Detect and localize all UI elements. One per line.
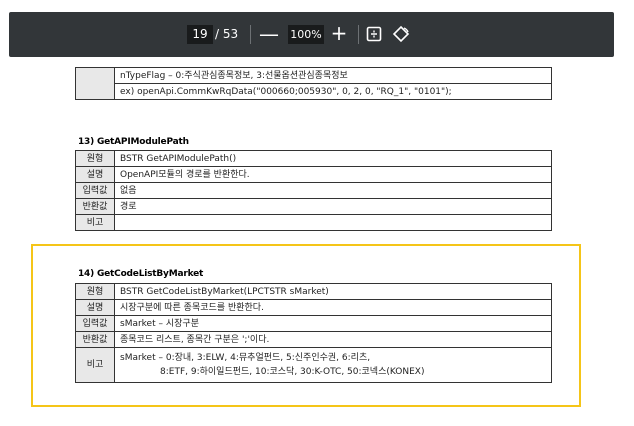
row-value: BSTR GetCodeListByMarket(LPCTSTR sMarket…: [114, 283, 552, 300]
row-value: OpenAPI모듈의 경로를 반환한다.: [114, 166, 552, 183]
note-line-2: 8:ETF, 9:하이일드펀드, 10:코스닥, 30:K-OTC, 50:코넥…: [160, 367, 425, 377]
row-key: 반환값: [75, 198, 115, 215]
table-row: 반환값 경로: [75, 198, 552, 215]
table-row: 입력값 sMarket – 시장구분: [75, 315, 552, 332]
table-row: 설명 시장구분에 따른 종목코드를 반환한다.: [75, 299, 552, 316]
row-key: 입력값: [75, 315, 115, 332]
section-title-13: 13) GetAPIModulePath: [78, 137, 189, 147]
rotate-icon[interactable]: [391, 24, 411, 44]
note-line-1: sMarket – 0:장내, 3:ELW, 4:뮤추얼펀드, 5:신주인수권,…: [120, 353, 371, 363]
pdf-toolbar: 19 / 53 — 100% +: [9, 12, 614, 57]
row-value: [114, 214, 552, 231]
zoom-level-input[interactable]: 100%: [288, 25, 324, 44]
section-title-14: 14) GetCodeListByMarket: [78, 269, 204, 279]
table-key-cell: [75, 67, 115, 100]
table-row: 원형 BSTR GetCodeListByMarket(LPCTSTR sMark…: [75, 283, 552, 300]
row-key: 원형: [75, 150, 115, 167]
row-value: BSTR GetAPIModulePath(): [114, 150, 552, 167]
section13-table: 원형 BSTR GetAPIModulePath() 설명 OpenAPI모듈의 경…: [75, 150, 552, 231]
row-key: 반환값: [75, 331, 115, 348]
row-value: 없음: [114, 182, 552, 199]
table-row: 비고: [75, 214, 552, 231]
top-line-2: ex) openApi.CommKwRqData("000660;005930"…: [114, 83, 552, 100]
note-value: sMarket – 0:장내, 3:ELW, 4:뮤추얼펀드, 5:신주인수권,…: [114, 347, 552, 383]
row-key: 비고: [75, 347, 115, 383]
table-row: 설명 OpenAPI모듈의 경로를 반환한다.: [75, 166, 552, 183]
section14-table: 원형 BSTR GetCodeListByMarket(LPCTSTR sMark…: [75, 283, 552, 383]
top-table: nTypeFlag – 0:주식관심종목정보, 3:선물옵션관심종목정보 ex)…: [75, 67, 552, 100]
zoom-in-button[interactable]: +: [329, 21, 349, 45]
row-value: 시장구분에 따른 종목코드를 반환한다.: [114, 299, 552, 316]
table-row: 반환값 종목코드 리스트, 종목간 구분은 ';'이다.: [75, 331, 552, 348]
zoom-out-button[interactable]: —: [259, 22, 279, 46]
row-key: 설명: [75, 166, 115, 183]
row-value: 종목코드 리스트, 종목간 구분은 ';'이다.: [114, 331, 552, 348]
total-pages: / 53: [215, 27, 239, 41]
row-key: 비고: [75, 214, 115, 231]
top-line-1: nTypeFlag – 0:주식관심종목정보, 3:선물옵션관심종목정보: [114, 67, 552, 84]
row-key: 설명: [75, 299, 115, 316]
row-value: sMarket – 시장구분: [114, 315, 552, 332]
row-key: 입력값: [75, 182, 115, 199]
table-row: 입력값 없음: [75, 182, 552, 199]
row-key: 원형: [75, 283, 115, 300]
page-number-input[interactable]: 19: [187, 25, 213, 44]
toolbar-divider: [250, 25, 251, 44]
fit-to-page-icon[interactable]: [364, 24, 384, 44]
toolbar-divider: [358, 25, 359, 44]
table-row: 비고 sMarket – 0:장내, 3:ELW, 4:뮤추얼펀드, 5:신주인…: [75, 347, 552, 383]
table-row: 원형 BSTR GetAPIModulePath(): [75, 150, 552, 167]
row-value: 경로: [114, 198, 552, 215]
